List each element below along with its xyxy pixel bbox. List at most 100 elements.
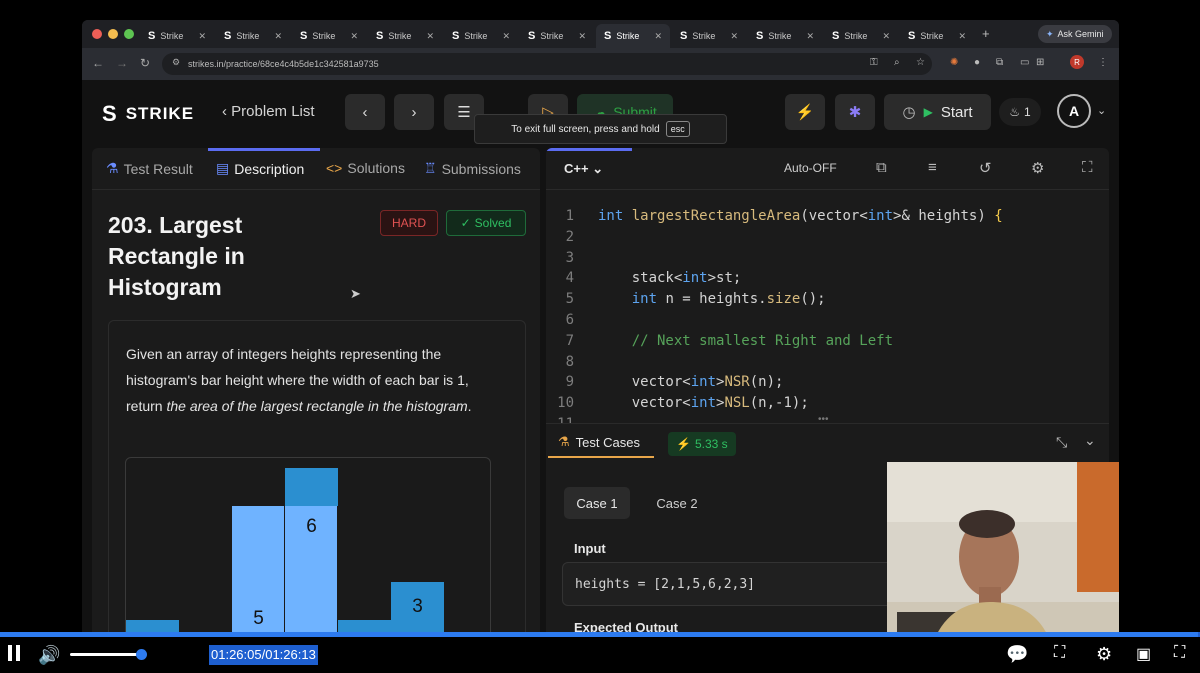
close-tab-icon[interactable]: ✕ [730,31,738,42]
close-tab-icon[interactable]: ✕ [502,31,510,42]
fullscreen-icon[interactable]: ⛶ [1174,644,1185,662]
reload-icon[interactable]: ↻ [140,56,150,70]
close-tab-icon[interactable]: ✕ [806,31,814,42]
tab-submissions[interactable]: ♖ Submissions [424,160,521,177]
close-tab-icon[interactable]: ✕ [274,31,282,42]
browser-tab[interactable]: S Strike ✕ [672,24,746,48]
code-line[interactable]: 8 [546,352,1109,373]
line-number: 6 [565,311,574,328]
close-tab-icon[interactable]: ✕ [350,31,358,42]
code-line[interactable]: 10 vector<int>NSL(n,-1); [546,393,1109,414]
reset-icon[interactable]: ↺ [979,159,992,177]
speaker-view-icon[interactable]: ⛶ [1054,644,1065,662]
prev-problem-button[interactable]: ‹ [345,94,385,130]
test-cases-tab[interactable]: ⚗ Test Cases [558,434,640,450]
next-problem-button[interactable]: › [394,94,434,130]
picture-in-picture-icon[interactable]: ▣ [1136,644,1151,664]
zoom-icon[interactable]: ⌕ [894,57,900,68]
volume-knob[interactable] [136,649,147,660]
problem-panel: ⚗ Test Result ▤ Description <> Solutions… [92,148,540,640]
browser-tab[interactable]: S Strike ✕ [368,24,442,48]
menu-lines-icon[interactable]: ≡ [928,159,937,176]
code-line[interactable]: 7 // Next smallest Right and Left [546,331,1109,352]
histogram-figure: 215623 [125,457,491,640]
copy-icon[interactable]: ⧉ [876,159,887,176]
browser-tab[interactable]: S Strike ✕ [824,24,898,48]
extension-icon[interactable]: ✺ [950,57,958,68]
back-icon[interactable]: ← [92,56,104,70]
case-1-tab[interactable]: Case 1 [564,487,630,519]
list-icon: ☰ [457,104,471,121]
new-tab-icon[interactable]: + [982,26,990,41]
pause-button[interactable] [8,645,22,661]
chevron-down-icon[interactable]: ⌄ [1084,432,1096,449]
user-avatar[interactable]: A [1057,94,1091,128]
code-line[interactable]: 2 [546,227,1109,248]
code-line[interactable]: 5 int n = heights.size(); [546,289,1109,310]
chevron-down-icon[interactable]: ⌄ [1097,104,1106,117]
profile-avatar[interactable]: R [1070,55,1084,69]
debug-button[interactable]: ✱ [835,94,875,130]
browser-tab[interactable]: S Strike ✕ [900,24,974,48]
strike-favicon-icon: S [224,30,232,42]
fullscreen-icon[interactable]: ⛶ [1082,159,1093,176]
extensions-puzzle-icon[interactable]: ⧉ [996,57,1003,68]
problem-list-link[interactable]: ‹ Problem List [222,103,315,120]
close-tab-icon[interactable]: ✕ [958,31,966,42]
seek-bar-progress [0,632,1199,637]
tab-description[interactable]: ▤ Description [216,160,304,177]
password-key-icon[interactable]: ⚿ [870,57,878,68]
settings-gear-icon[interactable]: ⚙ [1031,159,1044,177]
collapse-icon[interactable]: ⤡ [1056,434,1067,451]
language-select[interactable]: C++ ⌄ [564,161,603,177]
site-info-icon[interactable]: ⚙ [172,57,180,68]
captions-chat-icon[interactable]: 💬 [1006,644,1028,665]
check-circle-icon: ✓ [460,216,471,230]
streak-count: 1 [1024,105,1031,119]
cast-icon[interactable]: ▭ [1020,57,1029,68]
volume-icon[interactable]: 🔊 [38,645,60,666]
code-area[interactable]: 1 int largestRectangleArea(vector<int>& h… [546,206,1109,435]
bookmark-star-icon[interactable]: ☆ [916,57,925,68]
tab-test-result[interactable]: ⚗ Test Result [106,160,193,177]
code-line[interactable]: 6 [546,310,1109,331]
forward-icon[interactable]: → [116,56,128,70]
maximize-window-dot[interactable] [124,29,134,39]
code-line[interactable]: 4 stack<int>st; [546,268,1109,289]
case-2-tab[interactable]: Case 2 [644,487,710,519]
strike-favicon-icon: S [528,30,536,42]
browser-menu-icon[interactable]: ⋮ [1098,57,1108,68]
settings-gear-icon[interactable]: ⚙ [1096,644,1112,665]
strike-logo[interactable]: S STRIKE [102,101,194,127]
start-timer-button[interactable]: ◷ ▶ Start [884,94,991,130]
close-tab-icon[interactable]: ✕ [654,31,662,42]
close-window-dot[interactable] [92,29,102,39]
browser-tab[interactable]: S Strike ✕ [520,24,594,48]
strike-favicon-icon: S [376,30,384,42]
code-line[interactable]: 3 [546,248,1109,269]
browser-tab[interactable]: S Strike ✕ [748,24,822,48]
close-tab-icon[interactable]: ✕ [198,31,206,42]
ask-gemini-button[interactable]: ✦ Ask Gemini [1038,25,1112,43]
browser-tab[interactable]: S Strike ✕ [292,24,366,48]
url-field[interactable]: strikes.in/practice/68ce4c4b5de1c342581a… [162,53,932,75]
histogram-bar-label: 3 [412,596,423,617]
code-line[interactable]: 9 vector<int>NSR(n); [546,372,1109,393]
streak-badge[interactable]: ♨ 1 [999,98,1041,126]
close-tab-icon[interactable]: ✕ [882,31,890,42]
volume-slider[interactable] [70,653,137,656]
browser-tab[interactable]: S Strike ✕ [596,24,670,48]
close-tab-icon[interactable]: ✕ [426,31,434,42]
ai-bolt-button[interactable]: ⚡ [785,94,825,130]
code-line[interactable]: 1 int largestRectangleArea(vector<int>& h… [546,206,1109,227]
close-tab-icon[interactable]: ✕ [578,31,586,42]
tab-solutions[interactable]: <> Solutions [326,160,405,176]
tab-search-icon[interactable]: ⊞ [1036,57,1044,68]
minimize-window-dot[interactable] [108,29,118,39]
extension-circle-icon[interactable]: ● [974,57,980,68]
ask-gemini-label: Ask Gemini [1057,29,1104,39]
auto-complete-toggle[interactable]: Auto-OFF [784,161,837,175]
browser-tab[interactable]: S Strike ✕ [140,24,214,48]
browser-tab[interactable]: S Strike ✕ [444,24,518,48]
browser-tab[interactable]: S Strike ✕ [216,24,290,48]
